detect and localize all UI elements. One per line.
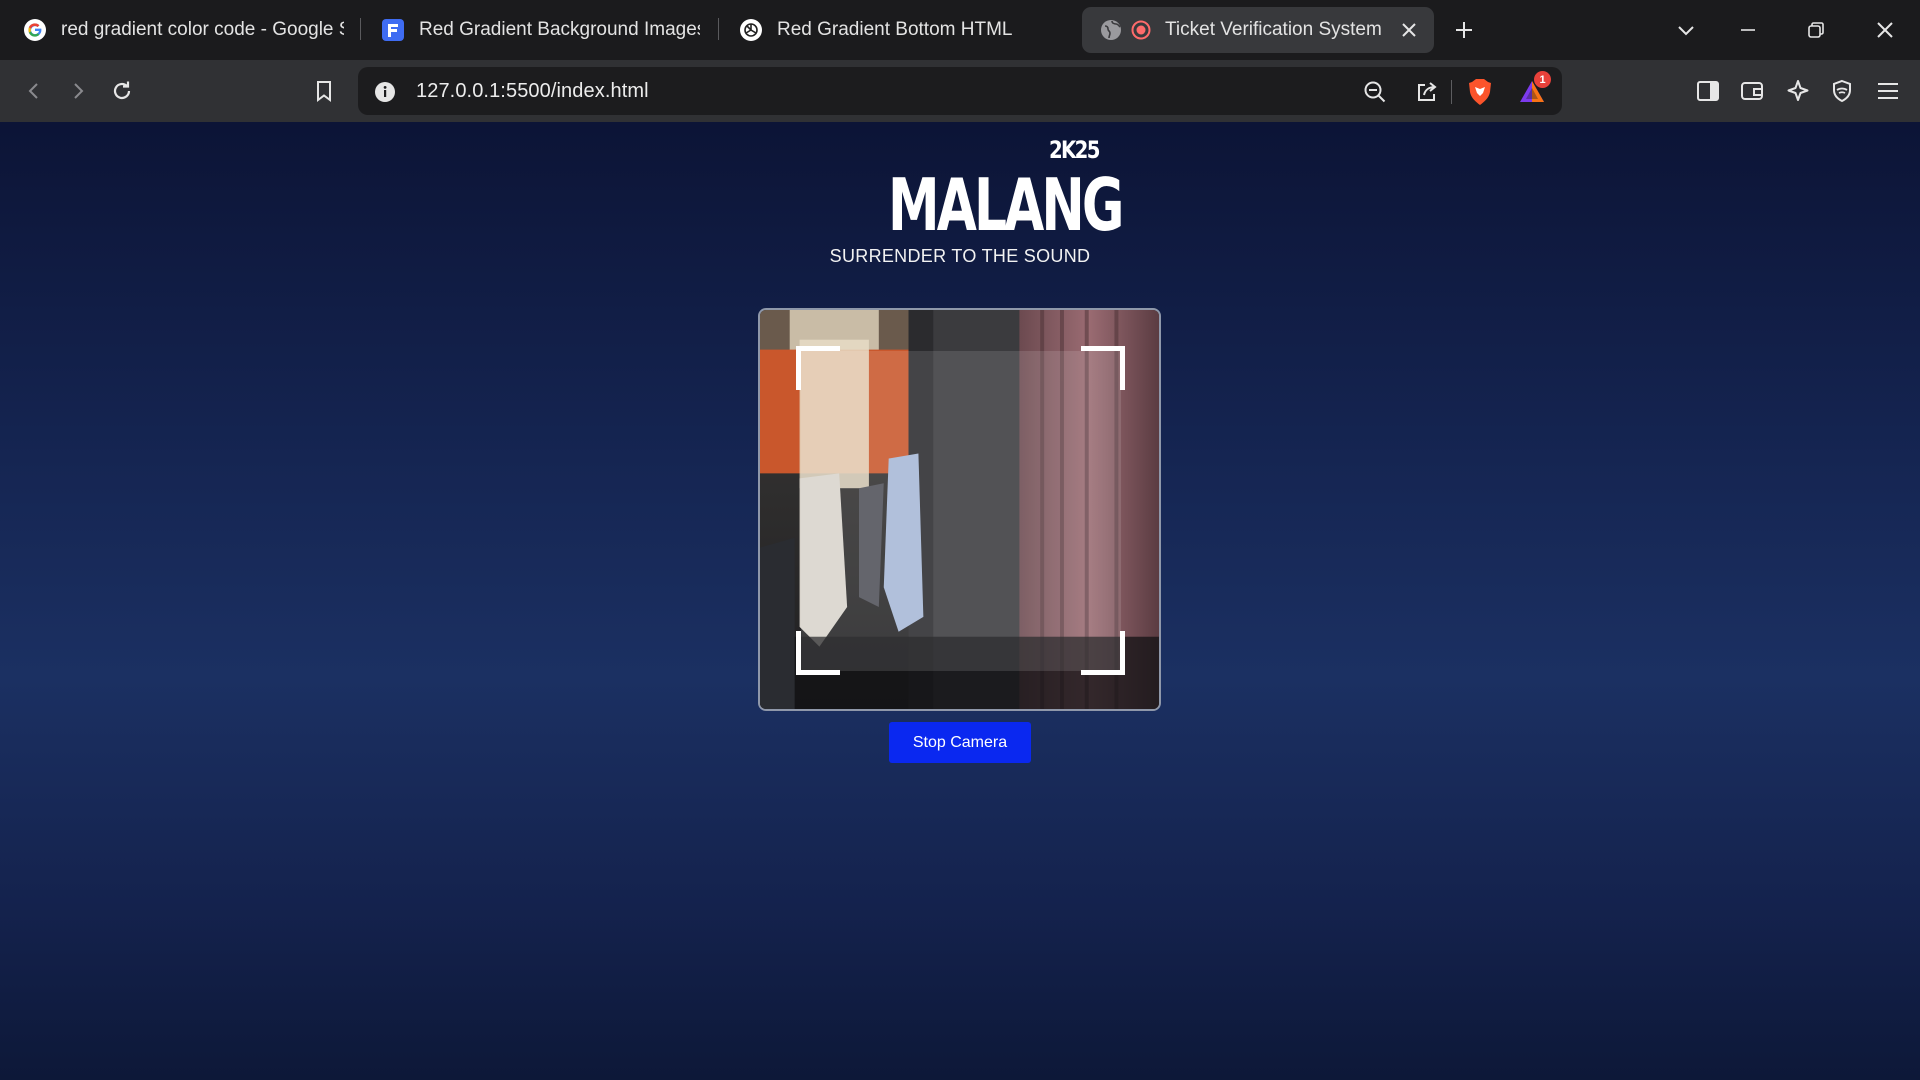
tab-strip: red gradient color code - Google Se Red … bbox=[0, 0, 1920, 60]
page-content: 2K25 MALANG SURRENDER TO THE SOUND Stop … bbox=[0, 122, 1920, 1080]
tab-list-button[interactable] bbox=[1668, 12, 1704, 48]
leo-ai-button[interactable] bbox=[1780, 73, 1816, 109]
hamburger-menu-icon bbox=[1878, 83, 1898, 99]
address-bar[interactable]: 127.0.0.1:5500/index.html 1 bbox=[358, 67, 1562, 115]
bookmark-icon bbox=[317, 81, 331, 102]
share-icon[interactable] bbox=[1412, 77, 1442, 107]
minimize-icon bbox=[1741, 29, 1755, 31]
plus-icon bbox=[1456, 22, 1472, 38]
sidebar-icon bbox=[1697, 81, 1719, 101]
minimize-button[interactable] bbox=[1730, 12, 1766, 48]
forward-button[interactable] bbox=[60, 73, 96, 109]
tab-freepik[interactable]: Red Gradient Background Images - bbox=[380, 7, 700, 53]
wallet-icon bbox=[1741, 82, 1763, 100]
tab-title: Ticket Verification System bbox=[1165, 19, 1382, 40]
qr-scanner-viewport bbox=[758, 308, 1161, 711]
shield-icon bbox=[1833, 79, 1851, 103]
arrow-right-icon bbox=[74, 83, 84, 99]
chevron-down-icon bbox=[1678, 26, 1694, 36]
scan-region bbox=[801, 351, 1121, 671]
tab-title: Red Gradient Background Images - bbox=[419, 19, 700, 40]
year-badge: 2K25 bbox=[1049, 136, 1100, 164]
rewards-badge: 1 bbox=[1534, 71, 1551, 88]
arrow-left-icon bbox=[28, 83, 38, 99]
restore-button[interactable] bbox=[1798, 12, 1834, 48]
menu-button[interactable] bbox=[1870, 73, 1906, 109]
restore-icon bbox=[1808, 22, 1824, 38]
brave-shields-icon[interactable] bbox=[1465, 77, 1495, 107]
tab-title: red gradient color code - Google Se bbox=[61, 19, 344, 40]
site-info-icon[interactable] bbox=[370, 77, 400, 107]
openai-icon bbox=[738, 17, 764, 43]
wallet-button[interactable] bbox=[1734, 73, 1770, 109]
close-window-button[interactable] bbox=[1867, 12, 1903, 48]
tab-separator bbox=[718, 18, 719, 40]
tagline: SURRENDER TO THE SOUND bbox=[829, 246, 1091, 266]
tab-separator bbox=[360, 18, 361, 40]
bookmark-button[interactable] bbox=[306, 73, 342, 109]
page-title: MALANG bbox=[888, 163, 1124, 247]
tab-ticket-verification[interactable]: Ticket Verification System bbox=[1082, 7, 1434, 53]
reload-button[interactable] bbox=[104, 73, 140, 109]
tab-google-search[interactable]: red gradient color code - Google Se bbox=[22, 7, 344, 53]
recording-icon bbox=[1130, 17, 1152, 43]
tab-title: Red Gradient Bottom HTML bbox=[777, 19, 1013, 40]
scan-corner-bottom-right bbox=[1081, 631, 1125, 675]
tab-chatgpt[interactable]: Red Gradient Bottom HTML bbox=[738, 7, 1058, 53]
scan-corner-top-right bbox=[1081, 346, 1125, 390]
sparkle-icon bbox=[1787, 80, 1809, 101]
close-tab-icon[interactable] bbox=[1398, 19, 1420, 41]
globe-icon bbox=[1098, 17, 1124, 43]
stop-camera-button[interactable]: Stop Camera bbox=[889, 722, 1031, 763]
reload-icon bbox=[113, 81, 131, 100]
sidebar-toggle-button[interactable] bbox=[1690, 73, 1726, 109]
vpn-button[interactable] bbox=[1824, 73, 1860, 109]
freepik-icon bbox=[380, 17, 406, 43]
scan-corner-bottom-left bbox=[796, 631, 840, 675]
scan-corner-top-left bbox=[796, 346, 840, 390]
url-text[interactable]: 127.0.0.1:5500/index.html bbox=[416, 80, 649, 103]
zoom-out-icon[interactable] bbox=[1360, 77, 1390, 107]
google-icon bbox=[22, 17, 48, 43]
close-icon bbox=[1877, 22, 1893, 38]
new-tab-button[interactable] bbox=[1446, 12, 1482, 48]
back-button[interactable] bbox=[16, 73, 52, 109]
url-divider bbox=[1451, 80, 1452, 104]
browser-toolbar: 127.0.0.1:5500/index.html 1 bbox=[0, 60, 1920, 122]
